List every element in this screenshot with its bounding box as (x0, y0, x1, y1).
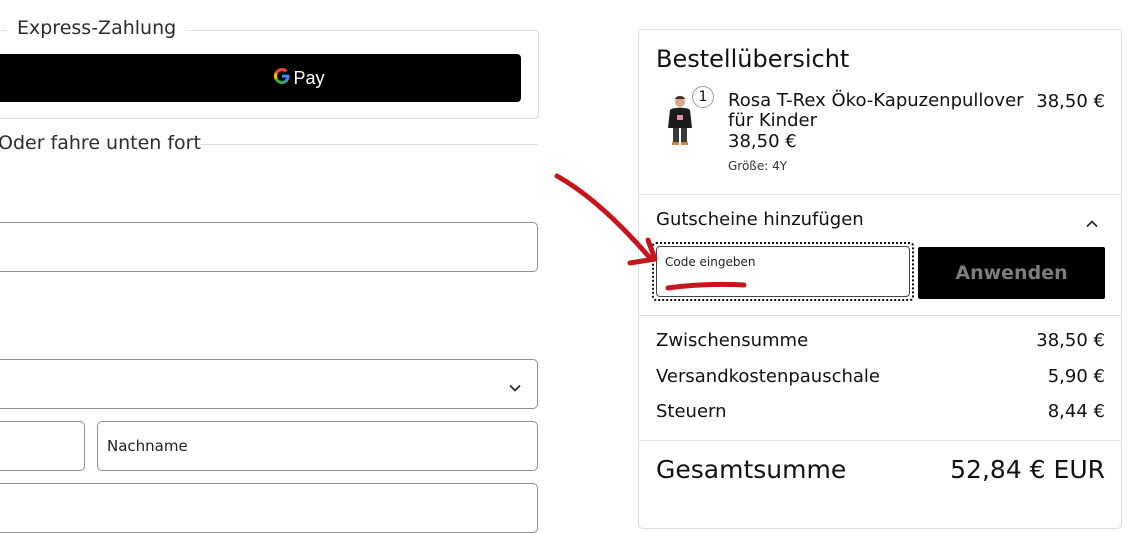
first-name-field[interactable] (0, 421, 85, 471)
subtotal-label: Zwischensumme (656, 330, 809, 351)
apply-coupon-button[interactable]: Anwenden (918, 247, 1105, 299)
order-summary-title: Bestellübersicht (656, 45, 850, 73)
chevron-up-icon[interactable] (1086, 213, 1098, 232)
country-select[interactable] (0, 359, 538, 409)
divider-line (639, 315, 1121, 316)
shipping-label: Versandkostenpauschale (656, 366, 880, 387)
total-label: Gesamtsumme (656, 455, 847, 484)
address-field[interactable] (0, 483, 538, 533)
google-pay-label: Pay (293, 67, 325, 88)
annotation-arrow-icon (554, 173, 653, 261)
divider-line (200, 144, 538, 145)
continue-below-divider-text: Oder fahre unten fort (0, 132, 201, 154)
tax-value: 8,44 € (1047, 401, 1105, 422)
tax-label: Steuern (656, 401, 727, 422)
chevron-down-icon (509, 377, 521, 396)
product-unit-price: 38,50 € (728, 131, 797, 152)
divider-line (639, 440, 1121, 441)
last-name-placeholder: Nachname (107, 437, 188, 455)
product-line-price: 38,50 € (1036, 91, 1105, 112)
quantity-badge: 1 (692, 86, 714, 108)
product-size: Größe: 4Y (728, 159, 788, 173)
shipping-value: 5,90 € (1047, 366, 1105, 387)
total-value: 52,84 € EUR (950, 455, 1105, 484)
divider-line (639, 194, 1121, 195)
express-checkout-title: Express-Zahlung (6, 17, 188, 39)
last-name-field[interactable]: Nachname (97, 421, 538, 471)
product-name: Rosa T-Rex Öko-Kapuzenpullover für Kinde… (728, 90, 1024, 131)
subtotal-value: 38,50 € (1036, 330, 1105, 351)
google-g-icon (274, 68, 290, 88)
email-field[interactable] (0, 222, 538, 272)
coupon-section-toggle[interactable]: Gutscheine hinzufügen (656, 209, 864, 230)
coupon-code-input[interactable]: Code eingeben (656, 246, 910, 297)
google-pay-button[interactable]: Pay (0, 54, 521, 102)
coupon-code-placeholder: Code eingeben (665, 255, 756, 269)
